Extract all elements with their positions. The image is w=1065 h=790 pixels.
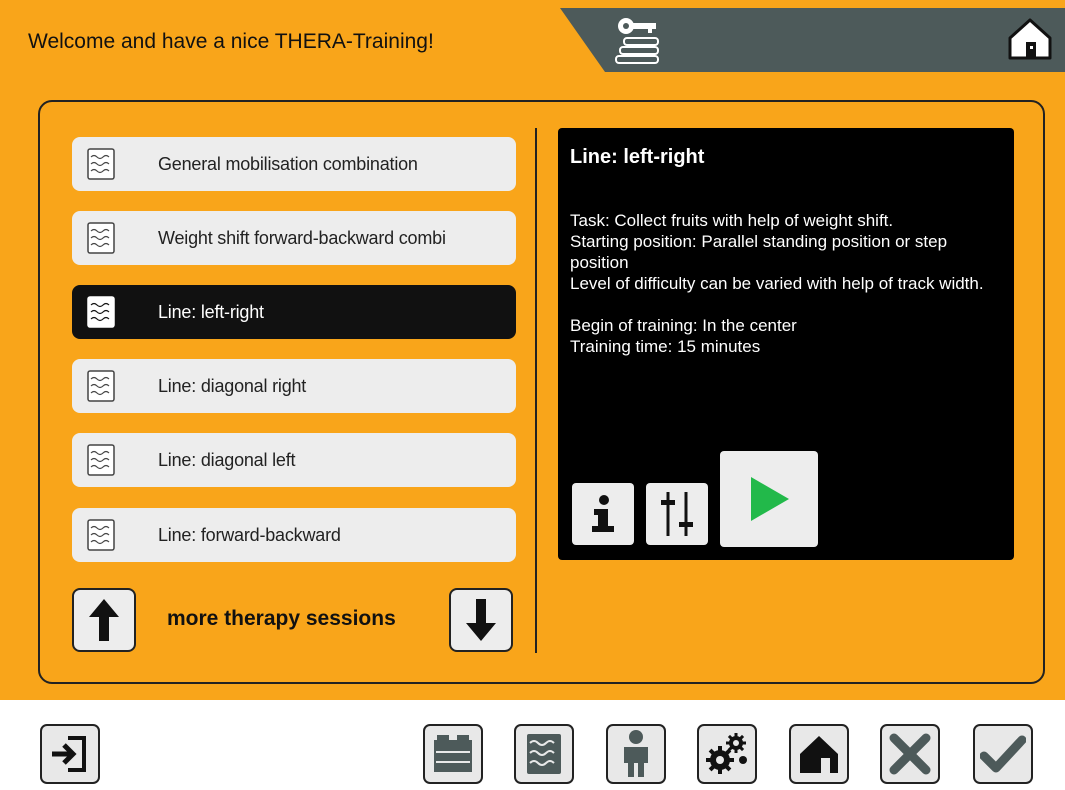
settings-button[interactable]: [697, 724, 757, 784]
sliders-icon: [661, 492, 693, 536]
info-icon: [592, 495, 614, 532]
session-sheet-icon: [87, 444, 115, 476]
arrow-up-icon: [89, 599, 119, 641]
panel-divider: [535, 128, 537, 653]
logout-button[interactable]: [40, 724, 100, 784]
logout-icon: [52, 736, 86, 772]
session-sheet-icon: [87, 222, 115, 254]
therapy-sessions-button[interactable]: [514, 724, 574, 784]
session-item-label: Line: forward-backward: [158, 524, 341, 545]
detail-title: Line: left-right: [570, 146, 705, 168]
info-button[interactable]: [572, 483, 634, 545]
start-training-button[interactable]: [720, 451, 818, 547]
cancel-button[interactable]: [880, 724, 940, 784]
cancel-icon: [889, 733, 931, 775]
adjust-button[interactable]: [646, 483, 708, 545]
more-sessions-label: more therapy sessions: [167, 607, 396, 630]
session-sheet-icon: [87, 370, 115, 402]
patient-button[interactable]: [606, 724, 666, 784]
session-item[interactable]: Line: diagonal right: [72, 359, 516, 413]
session-item-selected[interactable]: Line: left-right: [72, 285, 516, 339]
scroll-down-button[interactable]: [449, 588, 513, 652]
session-item-label: Line: diagonal right: [158, 375, 307, 396]
session-item-label: General mobilisation combination: [158, 153, 418, 174]
session-item-label: Weight shift forward-backward combi: [158, 227, 446, 248]
session-sheet-icon: [87, 148, 115, 180]
session-item[interactable]: Weight shift forward-backward combi: [72, 211, 516, 265]
therapy-sessions-icon: [527, 734, 561, 774]
confirm-button[interactable]: [973, 724, 1033, 784]
session-item[interactable]: Line: forward-backward: [72, 508, 516, 562]
key-levels-icon[interactable]: [612, 16, 672, 66]
page-title: Welcome and have a nice THERA-Training!: [28, 30, 434, 53]
session-item[interactable]: Line: diagonal left: [72, 433, 516, 487]
home-icon[interactable]: [1006, 16, 1054, 62]
session-item[interactable]: General mobilisation combination: [72, 137, 516, 191]
scroll-up-button[interactable]: [72, 588, 136, 652]
arrow-down-icon: [466, 599, 496, 641]
settings-icon: [706, 733, 747, 774]
session-sheet-icon: [87, 296, 115, 328]
session-sheet-icon: [87, 519, 115, 551]
training-programs-icon: [434, 735, 472, 772]
confirm-icon: [980, 735, 1026, 773]
play-icon: [751, 477, 789, 521]
home-icon: [800, 736, 838, 773]
home-button[interactable]: [789, 724, 849, 784]
training-programs-button[interactable]: [423, 724, 483, 784]
detail-description: Task: Collect fruits with help of weight…: [570, 211, 984, 356]
patient-icon: [624, 730, 648, 777]
session-item-label: Line: diagonal left: [158, 449, 296, 470]
session-item-label: Line: left-right: [158, 301, 264, 322]
